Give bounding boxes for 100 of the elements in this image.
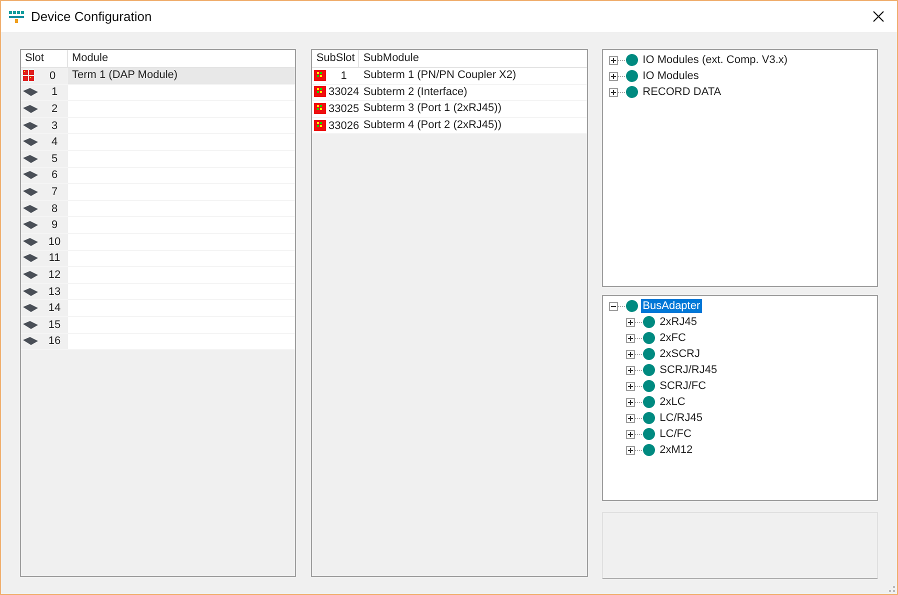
tree-item[interactable]: SCRJ/RJ45 — [658, 363, 720, 377]
expand-icon[interactable] — [626, 446, 642, 454]
module-cell[interactable]: Subterm 4 (Port 2 (2xRJ45)) — [359, 118, 587, 134]
node-icon — [626, 54, 638, 66]
slot-number: 3 — [50, 120, 59, 132]
module-icon — [314, 120, 326, 132]
module-cell[interactable]: Subterm 2 (Interface) — [359, 84, 587, 100]
node-icon — [642, 396, 655, 408]
expand-icon[interactable] — [626, 430, 642, 438]
collapse-icon[interactable] — [608, 302, 625, 310]
slot-number: 2 — [50, 102, 59, 115]
node-icon — [642, 412, 655, 424]
expand-icon[interactable] — [626, 398, 642, 406]
chip-icon — [23, 137, 39, 148]
module-cell[interactable]: Subterm 1 (PN/PN Coupler X2) — [359, 68, 587, 84]
node-icon — [642, 380, 655, 392]
slot-number: 4 — [50, 136, 59, 148]
chip-icon — [23, 186, 39, 197]
slot-number: 1 — [50, 86, 59, 98]
tree-item[interactable]: 2xM12 — [658, 443, 695, 457]
tree-item[interactable]: 2xRJ45 — [658, 315, 699, 329]
slot-number: 9 — [50, 219, 59, 232]
module-cell[interactable] — [68, 284, 296, 300]
chip-icon — [23, 336, 39, 346]
tree-item[interactable]: 2xFC — [658, 331, 688, 345]
tree-item[interactable]: IO Modules — [640, 69, 701, 83]
slot-number: 33024 — [328, 86, 360, 98]
chip-icon — [23, 286, 39, 297]
chip-icon — [23, 154, 39, 164]
module-cell[interactable] — [68, 118, 296, 134]
chip-icon — [23, 303, 39, 314]
chip-icon — [23, 120, 39, 131]
slot-number: 6 — [50, 169, 59, 182]
chip-icon — [23, 320, 39, 330]
module-cell[interactable] — [68, 300, 296, 316]
module-icon — [314, 102, 326, 115]
node-icon — [642, 348, 655, 360]
tree-item[interactable]: SCRJ/FC — [658, 379, 708, 393]
column-header[interactable]: Module — [68, 50, 112, 67]
expand-icon[interactable] — [626, 366, 642, 374]
slot-number: 11 — [48, 252, 62, 264]
node-icon — [642, 444, 655, 456]
module-cell[interactable] — [68, 267, 296, 283]
slot-number: 0 — [48, 70, 57, 82]
slot-number: 33025 — [328, 102, 360, 115]
node-icon — [642, 428, 655, 440]
chip-icon — [23, 253, 39, 264]
slot-number: 10 — [47, 236, 62, 248]
node-icon — [642, 316, 655, 328]
window-title: Device Configuration — [31, 9, 153, 24]
module-cell[interactable] — [68, 168, 296, 184]
tree-item[interactable]: LC/RJ45 — [658, 411, 704, 425]
slot-number: 5 — [50, 152, 59, 165]
node-icon — [626, 86, 638, 98]
module-cell[interactable] — [68, 134, 296, 150]
tree-item[interactable]: LC/FC — [658, 427, 694, 441]
tree-item[interactable]: 2xSCRJ — [658, 347, 702, 361]
tree-item[interactable]: 2xLC — [658, 395, 688, 409]
expand-icon[interactable] — [626, 414, 642, 422]
module-cell[interactable] — [68, 316, 296, 332]
module-cell[interactable] — [68, 84, 296, 100]
column-header[interactable]: Slot — [21, 50, 68, 67]
node-icon — [626, 300, 638, 312]
node-icon — [626, 70, 638, 82]
module-cell[interactable] — [68, 101, 296, 117]
module-cell[interactable] — [68, 150, 296, 167]
slot-number: 14 — [47, 302, 62, 314]
resize-grip[interactable] — [889, 586, 895, 592]
column-header[interactable]: SubSlot — [312, 50, 360, 67]
app-icon — [9, 10, 25, 24]
expand-icon[interactable] — [626, 318, 642, 326]
module-cell[interactable] — [68, 217, 296, 233]
node-icon — [642, 364, 655, 376]
expand-icon[interactable] — [608, 56, 625, 64]
chip-icon — [23, 236, 39, 247]
tree-item[interactable]: RECORD DATA — [640, 85, 724, 99]
module-cell[interactable] — [68, 250, 296, 266]
module-cell[interactable] — [68, 184, 296, 200]
column-header[interactable]: SubModule — [359, 50, 423, 67]
module-cell[interactable] — [68, 200, 296, 216]
module-icon — [23, 70, 35, 82]
chip-icon — [23, 270, 39, 280]
slot-number: 8 — [50, 202, 59, 215]
expand-icon[interactable] — [626, 382, 642, 390]
module-cell[interactable] — [68, 334, 296, 350]
close-icon[interactable] — [873, 11, 884, 22]
node-icon — [642, 332, 655, 344]
slot-number: 15 — [47, 318, 62, 331]
module-cell[interactable]: Subterm 3 (Port 1 (2xRJ45)) — [359, 101, 587, 117]
module-icon — [314, 70, 326, 82]
chip-icon — [23, 104, 39, 114]
tree-item[interactable]: IO Modules (ext. Comp. V3.x) — [640, 53, 790, 67]
module-cell[interactable] — [68, 234, 296, 250]
module-cell[interactable]: Term 1 (DAP Module) — [68, 68, 296, 84]
expand-icon[interactable] — [608, 88, 625, 96]
expand-icon[interactable] — [608, 72, 625, 80]
expand-icon[interactable] — [626, 350, 642, 358]
chip-icon — [23, 87, 39, 98]
expand-icon[interactable] — [626, 334, 642, 342]
tree-item[interactable]: BusAdapter — [640, 299, 702, 313]
